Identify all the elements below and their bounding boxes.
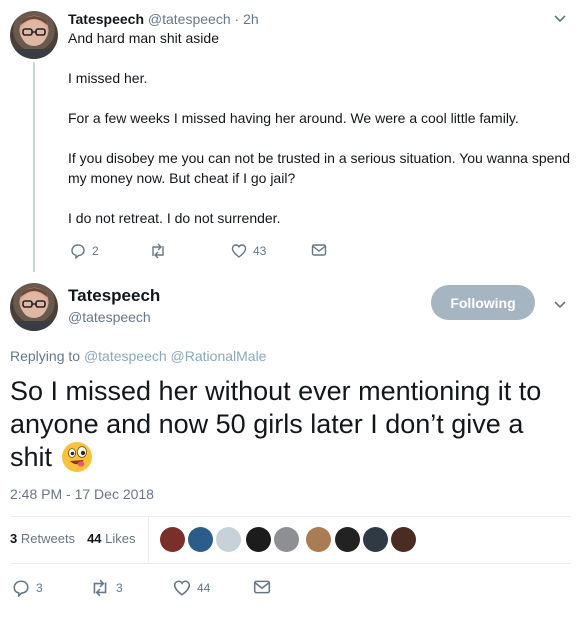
- reply-count: 2: [92, 244, 99, 258]
- divider: [148, 516, 149, 562]
- tweet-text-line: And hard man shit aside: [68, 30, 219, 46]
- retweet-count: 3: [116, 581, 123, 595]
- thread-line: [33, 62, 35, 272]
- retweet-icon: [90, 579, 110, 597]
- replying-to: Replying to @tatespeech @RationalMale: [10, 348, 266, 364]
- like-stat-count: 44: [87, 531, 102, 546]
- retweet-icon: [149, 243, 167, 259]
- envelope-icon: [311, 243, 327, 257]
- tweet-header: Tatespeech @tatespeech · 2h: [68, 11, 259, 27]
- envelope-icon: [253, 579, 271, 595]
- tweet-text-final: shit: [10, 440, 93, 474]
- display-name[interactable]: Tatespeech: [68, 11, 144, 27]
- reply-button[interactable]: 2: [70, 243, 99, 259]
- divider: [10, 516, 570, 517]
- heart-icon: [231, 243, 247, 259]
- retweet-button[interactable]: [149, 243, 173, 259]
- like-button[interactable]: 44: [173, 579, 210, 597]
- reply-icon: [70, 243, 86, 259]
- tweet-text-line: I missed her.: [68, 70, 148, 86]
- heart-icon: [173, 579, 191, 597]
- following-button[interactable]: Following: [431, 285, 535, 320]
- tweet-time[interactable]: 2h: [243, 11, 259, 27]
- liker-avatar[interactable]: [188, 527, 213, 552]
- reply-button[interactable]: 3: [12, 579, 43, 597]
- handle[interactable]: @tatespeech: [68, 309, 151, 325]
- liker-avatar[interactable]: [391, 527, 416, 552]
- dm-button[interactable]: [253, 579, 271, 595]
- display-name[interactable]: Tatespeech: [68, 286, 160, 306]
- stats-row: 3 Retweets 44 Likes: [10, 531, 136, 546]
- like-count: 44: [197, 581, 211, 595]
- tweet-text-line: So I missed her without ever mentioning …: [10, 376, 542, 406]
- chevron-down-icon[interactable]: [553, 11, 567, 28]
- avatar[interactable]: [10, 283, 58, 331]
- timestamp[interactable]: 2:48 PM - 17 Dec 2018: [10, 486, 154, 502]
- retweets-stat[interactable]: 3 Retweets: [10, 531, 75, 546]
- separator: ·: [234, 11, 240, 27]
- tweet-text-line: anyone and now 50 girls later I don’t gi…: [10, 409, 524, 439]
- mention-link[interactable]: @RationalMale: [171, 348, 267, 364]
- mention-link[interactable]: @tatespeech: [84, 348, 167, 364]
- reply-icon: [12, 579, 30, 597]
- liker-avatar[interactable]: [335, 527, 360, 552]
- winking-face-emoji-icon: [62, 442, 93, 472]
- liker-avatar[interactable]: [274, 527, 299, 552]
- like-stat-label: Likes: [105, 531, 136, 546]
- tweet-text-line: shit: [10, 442, 53, 472]
- divider: [10, 563, 570, 564]
- replying-prefix: Replying to: [10, 348, 81, 364]
- like-button[interactable]: 43: [231, 243, 266, 259]
- dm-button[interactable]: [311, 243, 327, 257]
- tweet-text-line: For a few weeks I missed having her arou…: [68, 110, 519, 126]
- tweet-text-line: my money now. But cheat if I go jail?: [68, 170, 296, 186]
- liker-avatar[interactable]: [363, 527, 388, 552]
- tweet-text-line: I do not retreat. I do not surrender.: [68, 210, 281, 226]
- likes-stat[interactable]: 44 Likes: [87, 531, 135, 546]
- liker-avatar[interactable]: [306, 527, 331, 552]
- retweet-button[interactable]: 3: [90, 579, 123, 597]
- liker-avatar[interactable]: [160, 527, 185, 552]
- like-count: 43: [253, 244, 267, 258]
- handle[interactable]: @tatespeech: [148, 11, 231, 27]
- liker-avatar[interactable]: [246, 527, 271, 552]
- tweet-text-line: If you disobey me you can not be trusted…: [68, 150, 570, 166]
- avatar[interactable]: [10, 11, 58, 59]
- retweet-stat-label: Retweets: [20, 531, 76, 546]
- reply-count: 3: [36, 581, 43, 595]
- liker-avatar[interactable]: [216, 527, 241, 552]
- retweet-stat-count: 3: [10, 531, 18, 546]
- chevron-down-icon[interactable]: [553, 297, 567, 314]
